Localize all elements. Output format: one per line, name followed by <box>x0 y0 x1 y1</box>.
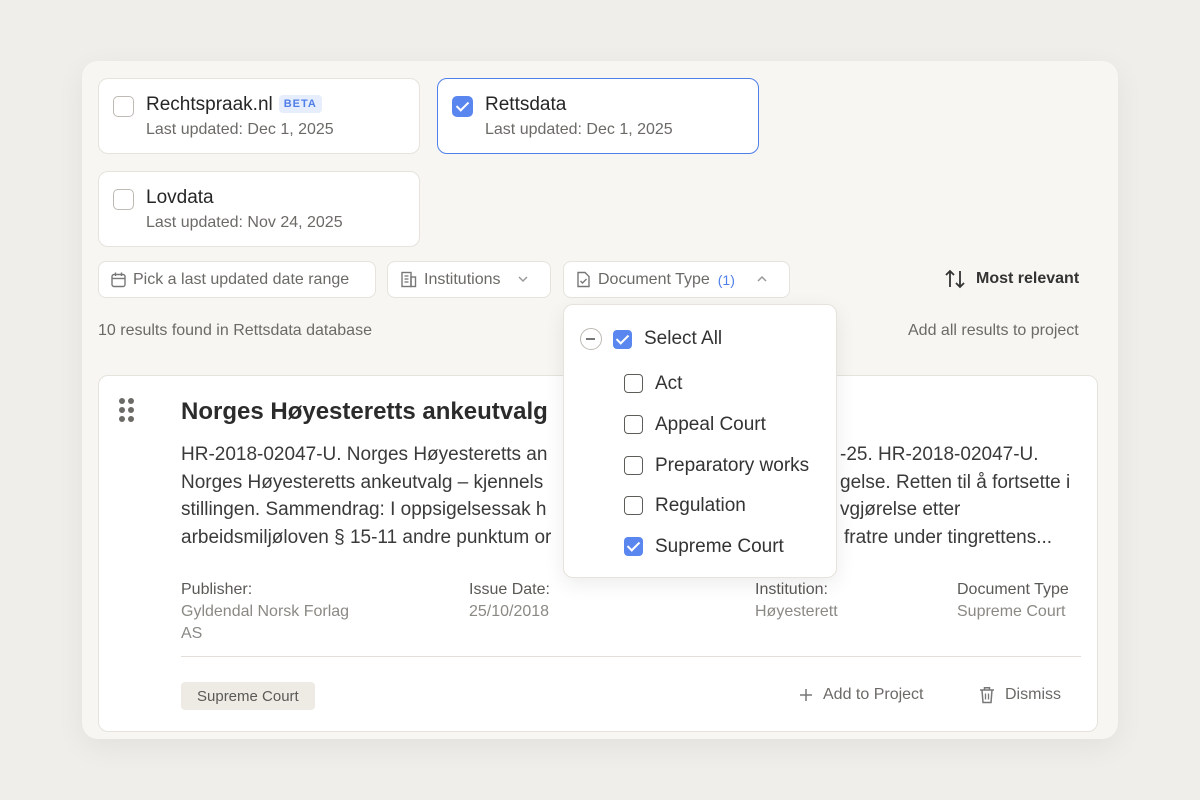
calendar-icon <box>111 272 126 287</box>
source-checkbox-rettsdata[interactable] <box>452 96 473 117</box>
option-checkbox-regulation[interactable] <box>624 496 643 515</box>
institution-meta: Institution: Høyesterett <box>755 579 838 623</box>
document-type-count: (1) <box>717 271 735 288</box>
summary-line: Norges Høyesteretts ankeutvalg – kjennel… <box>181 472 544 493</box>
summary-line: vgjørelse etter <box>840 499 961 520</box>
dismiss-label: Dismiss <box>1005 686 1061 703</box>
sort-label: Most relevant <box>976 270 1080 287</box>
dismiss-button[interactable]: Dismiss <box>979 686 1061 704</box>
divider <box>181 656 1081 657</box>
select-all-label[interactable]: Select All <box>644 328 722 350</box>
collapse-minus-icon[interactable] <box>580 328 602 350</box>
summary-line: fratre under tingrettens... <box>844 527 1053 548</box>
beta-badge: BETA <box>278 95 322 113</box>
document-type-meta-value: Supreme Court <box>957 603 1066 620</box>
plus-icon <box>800 689 812 701</box>
building-icon <box>401 271 417 288</box>
publisher-value: AS <box>181 625 203 642</box>
document-icon <box>577 271 590 288</box>
date-range-filter[interactable]: Pick a last updated date range <box>98 261 376 298</box>
trash-icon <box>980 687 994 704</box>
institution-value: Høyesterett <box>755 603 838 620</box>
source-checkbox-lovdata[interactable] <box>113 189 134 210</box>
chevron-down-icon <box>518 276 528 283</box>
option-checkbox-act[interactable] <box>624 374 643 393</box>
issue-date-meta: Issue Date: 25/10/2018 <box>469 579 550 623</box>
source-updated: Last updated: Dec 1, 2025 <box>146 121 334 138</box>
result-title[interactable]: Norges Høyesteretts ankeutvalg <box>181 398 548 426</box>
issue-date-label: Issue Date: <box>469 581 550 598</box>
option-label-preparatory-works[interactable]: Preparatory works <box>655 455 809 477</box>
sort-arrows-icon <box>945 269 965 289</box>
institutions-filter[interactable]: Institutions <box>387 261 551 298</box>
option-checkbox-appeal-court[interactable] <box>624 415 643 434</box>
date-range-label: Pick a last updated date range <box>133 270 350 288</box>
issue-date-value: 25/10/2018 <box>469 603 550 620</box>
source-card-rettsdata[interactable]: Rettsdata Last updated: Dec 1, 2025 <box>437 78 759 154</box>
results-count: 10 results found in Rettsdata database <box>98 322 372 339</box>
summary-line: -25. HR-2018-02047-U. <box>840 444 1039 465</box>
select-all-checkbox[interactable] <box>613 330 632 349</box>
institution-label: Institution: <box>755 581 828 598</box>
option-checkbox-preparatory-works[interactable] <box>624 456 643 475</box>
summary-line: gelse. Retten til å fortsette i <box>840 472 1071 493</box>
institutions-label: Institutions <box>424 270 501 288</box>
summary-line: arbeidsmiljøloven § 15-11 andre punktum … <box>181 527 552 548</box>
source-checkbox-rechtspraak[interactable] <box>113 96 134 117</box>
chevron-up-icon <box>757 275 767 282</box>
add-to-project-label: Add to Project <box>823 686 924 703</box>
source-card-lovdata[interactable]: Lovdata Last updated: Nov 24, 2025 <box>98 171 420 247</box>
publisher-label: Publisher: <box>181 581 253 598</box>
option-label-supreme-court[interactable]: Supreme Court <box>655 536 784 558</box>
summary-line: stillingen. Sammendrag: I oppsigelsessak… <box>181 499 547 520</box>
source-name: Lovdata <box>146 187 214 208</box>
source-updated: Last updated: Dec 1, 2025 <box>485 121 673 138</box>
source-updated: Last updated: Nov 24, 2025 <box>146 214 343 231</box>
document-type-label: Document Type <box>598 270 710 288</box>
option-label-regulation[interactable]: Regulation <box>655 495 746 517</box>
option-label-act[interactable]: Act <box>655 373 682 395</box>
add-all-results-link[interactable]: Add all results to project <box>908 322 1079 340</box>
publisher-value: Gyldendal Norsk Forlag <box>181 603 350 620</box>
source-card-rechtspraak[interactable]: Rechtspraak.nl BETA Last updated: Dec 1, … <box>98 78 420 154</box>
publisher-meta: Publisher: Gyldendal Norsk Forlag AS <box>181 579 349 645</box>
summary-line: HR-2018-02047-U. Norges Høyesteretts an <box>181 444 548 465</box>
option-checkbox-supreme-court[interactable] <box>624 537 643 556</box>
add-to-project-button[interactable]: Add to Project <box>799 686 924 704</box>
document-type-tag: Supreme Court <box>181 682 315 710</box>
document-type-filter[interactable]: Document Type (1) <box>563 261 790 298</box>
document-type-dropdown: Select All Act Appeal Court Preparatory … <box>563 304 837 578</box>
source-name: Rettsdata <box>485 94 567 115</box>
sort-button[interactable]: Most relevant <box>944 268 1079 290</box>
document-type-meta: Document Type Supreme Court <box>957 579 1069 623</box>
source-name: Rechtspraak.nl BETA <box>146 94 322 116</box>
document-type-meta-label: Document Type <box>957 581 1069 598</box>
option-label-appeal-court[interactable]: Appeal Court <box>655 414 766 436</box>
